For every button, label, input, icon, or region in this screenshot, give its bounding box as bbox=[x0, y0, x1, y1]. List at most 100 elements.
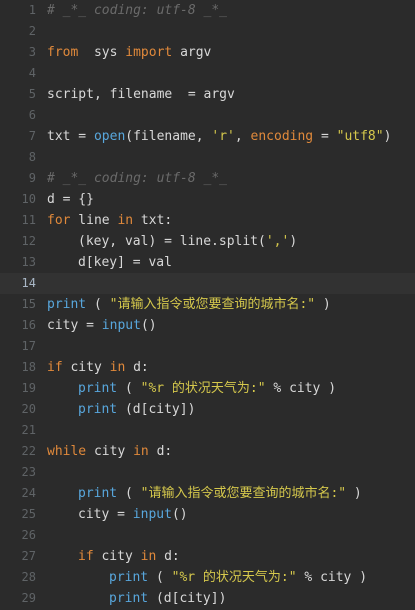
line-number: 6 bbox=[0, 105, 36, 126]
code-token: # _*_ coding: utf-8 _*_ bbox=[47, 171, 228, 186]
line-number-text: 25 bbox=[21, 507, 36, 521]
code-line[interactable]: 13 d[key] = val bbox=[0, 252, 415, 273]
code-token: (filename, bbox=[125, 129, 212, 144]
line-number: 19 bbox=[0, 378, 36, 399]
code-token: d: bbox=[156, 549, 180, 564]
code-line[interactable]: 21 bbox=[0, 420, 415, 441]
code-text: city = input() bbox=[47, 315, 157, 336]
code-line[interactable]: 14 bbox=[0, 273, 415, 294]
code-token: in bbox=[140, 549, 157, 564]
line-number-text: 4 bbox=[28, 66, 36, 80]
code-token: ) bbox=[289, 234, 298, 249]
code-token: open bbox=[93, 129, 126, 144]
code-line[interactable]: 1 # _*_ coding: utf-8 _*_ bbox=[0, 0, 415, 21]
code-text: while city in d: bbox=[47, 441, 172, 462]
line-number: 1 bbox=[0, 0, 36, 21]
code-token: ) bbox=[346, 486, 362, 501]
code-line[interactable]: 2 bbox=[0, 21, 415, 42]
line-number-text: 26 bbox=[21, 528, 36, 542]
line-number: 14 bbox=[0, 273, 36, 294]
code-lines[interactable]: 1 # _*_ coding: utf-8 _*_ 2 3 from sys impor… bbox=[0, 0, 415, 609]
code-text: d = {} bbox=[47, 189, 94, 210]
code-token: input bbox=[101, 318, 141, 333]
code-token: % city ) bbox=[265, 381, 337, 396]
code-token: d = {} bbox=[47, 192, 94, 207]
line-number: 23 bbox=[0, 462, 36, 483]
code-text: print ( "%r 的状况天气为:" % city ) bbox=[47, 567, 367, 588]
code-token: = bbox=[313, 129, 337, 144]
code-line[interactable]: 9 # _*_ coding: utf-8 _*_ bbox=[0, 168, 415, 189]
code-token: input bbox=[132, 507, 172, 522]
code-line[interactable]: 23 bbox=[0, 462, 415, 483]
code-text: script, filename = argv bbox=[47, 84, 235, 105]
code-token: while bbox=[47, 444, 87, 459]
line-number-text: 9 bbox=[28, 171, 36, 185]
line-number-text: 1 bbox=[28, 3, 36, 17]
code-token: argv bbox=[172, 45, 212, 60]
code-line[interactable]: 22 while city in d: bbox=[0, 441, 415, 462]
code-line[interactable]: 17 bbox=[0, 336, 415, 357]
line-number: 18 bbox=[0, 357, 36, 378]
code-token: city bbox=[62, 360, 110, 375]
line-number-text: 15 bbox=[21, 297, 36, 311]
code-line[interactable]: 28 print ( "%r 的状况天气为:" % city ) bbox=[0, 567, 415, 588]
code-line[interactable]: 3 from sys import argv bbox=[0, 42, 415, 63]
line-number: 5 bbox=[0, 84, 36, 105]
code-text: print (d[city]) bbox=[47, 588, 226, 609]
code-token: % city ) bbox=[296, 570, 368, 585]
code-line[interactable]: 6 bbox=[0, 105, 415, 126]
code-token: from bbox=[47, 45, 79, 60]
code-line[interactable]: 10 d = {} bbox=[0, 189, 415, 210]
code-line[interactable]: 24 print ( "请输入指令或您要查询的城市名:" ) bbox=[0, 483, 415, 504]
code-token: d[key] = val bbox=[78, 255, 172, 270]
code-token: txt = bbox=[47, 129, 94, 144]
line-number-text: 21 bbox=[21, 423, 36, 437]
line-number: 22 bbox=[0, 441, 36, 462]
code-token: txt: bbox=[133, 213, 173, 228]
code-token: city = bbox=[47, 318, 102, 333]
code-text: print ( "请输入指令或您要查询的城市名:" ) bbox=[47, 483, 362, 504]
code-token: "%r 的状况天气为:" bbox=[171, 570, 297, 585]
code-line[interactable]: 5 script, filename = argv bbox=[0, 84, 415, 105]
code-editor[interactable]: 1 # _*_ coding: utf-8 _*_ 2 3 from sys impor… bbox=[0, 0, 415, 610]
code-token: print bbox=[109, 591, 149, 606]
line-number: 20 bbox=[0, 399, 36, 420]
code-token: city bbox=[93, 549, 141, 564]
code-token: (key, val) = line.split( bbox=[78, 234, 266, 249]
line-number-text: 24 bbox=[21, 486, 36, 500]
line-number-text: 8 bbox=[28, 150, 36, 164]
code-line[interactable]: 4 bbox=[0, 63, 415, 84]
code-line[interactable]: 12 (key, val) = line.split(',') bbox=[0, 231, 415, 252]
line-number-text: 28 bbox=[21, 570, 36, 584]
code-line[interactable]: 8 bbox=[0, 147, 415, 168]
line-number-text: 23 bbox=[21, 465, 36, 479]
code-line[interactable]: 19 print ( "%r 的状况天气为:" % city ) bbox=[0, 378, 415, 399]
code-line[interactable]: 15 print ( "请输入指令或您要查询的城市名:" ) bbox=[0, 294, 415, 315]
line-number: 16 bbox=[0, 315, 36, 336]
code-text: print ( "%r 的状况天气为:" % city ) bbox=[47, 378, 336, 399]
code-line[interactable]: 11 for line in txt: bbox=[0, 210, 415, 231]
code-text: print (d[city]) bbox=[47, 399, 195, 420]
code-token: (d[city]) bbox=[117, 402, 196, 417]
code-token: script, filename = argv bbox=[47, 87, 235, 102]
line-number-text: 20 bbox=[21, 402, 36, 416]
code-token: city = bbox=[78, 507, 133, 522]
line-number-text: 5 bbox=[28, 87, 36, 101]
line-number: 29 bbox=[0, 588, 36, 609]
code-text: # _*_ coding: utf-8 _*_ bbox=[47, 0, 227, 21]
code-line[interactable]: 25 city = input() bbox=[0, 504, 415, 525]
code-line[interactable]: 16 city = input() bbox=[0, 315, 415, 336]
code-line[interactable]: 27 if city in d: bbox=[0, 546, 415, 567]
code-line[interactable]: 7 txt = open(filename, 'r', encoding = "u… bbox=[0, 126, 415, 147]
line-number: 25 bbox=[0, 504, 36, 525]
code-line[interactable]: 26 bbox=[0, 525, 415, 546]
code-line[interactable]: 18 if city in d: bbox=[0, 357, 415, 378]
code-token: "请输入指令或您要查询的城市名:" bbox=[109, 297, 316, 312]
code-token: (d[city]) bbox=[148, 591, 227, 606]
code-line[interactable]: 20 print (d[city]) bbox=[0, 399, 415, 420]
line-number-text: 19 bbox=[21, 381, 36, 395]
code-token: print bbox=[78, 381, 118, 396]
code-token: print bbox=[78, 486, 118, 501]
code-token: 'r' bbox=[211, 129, 235, 144]
code-line[interactable]: 29 print (d[city]) bbox=[0, 588, 415, 609]
